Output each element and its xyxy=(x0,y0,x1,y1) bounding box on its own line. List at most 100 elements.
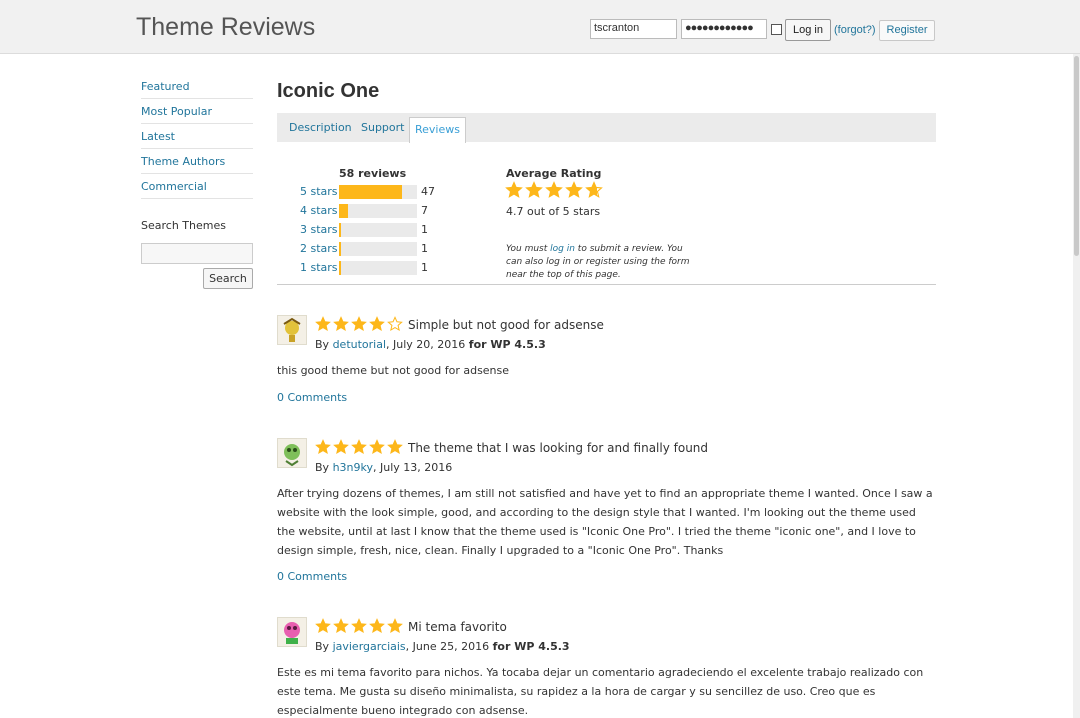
review-author-link[interactable]: javiergarciais xyxy=(333,640,406,653)
login-to-review-note: You must log in to submit a review. You … xyxy=(506,243,696,282)
rating-row-3[interactable]: 3 stars 1 xyxy=(300,223,440,237)
review-byline: By h3n9ky, July 13, 2016 xyxy=(315,461,452,474)
rating-bar-track xyxy=(339,204,417,218)
review-body: After trying dozens of themes, I am stil… xyxy=(277,487,933,557)
rating-row-label[interactable]: 3 stars xyxy=(300,223,338,236)
rating-row-count: 47 xyxy=(421,185,435,198)
star-filled-icon xyxy=(351,618,367,634)
star-filled-icon xyxy=(333,316,349,332)
sidebar-item-theme-authors[interactable]: Theme Authors xyxy=(141,149,253,174)
star-filled-icon xyxy=(505,181,523,198)
star-half-icon xyxy=(585,181,603,198)
by-prefix: By xyxy=(315,338,333,351)
avatar[interactable] xyxy=(277,315,307,345)
review-rating-stars xyxy=(315,439,405,455)
forgot-password-link[interactable]: (forgot?) xyxy=(834,24,876,36)
username-field[interactable]: tscranton xyxy=(590,19,677,39)
tab-description[interactable]: Description xyxy=(289,121,352,134)
rating-bar-track xyxy=(339,223,417,237)
scrollbar-thumb[interactable] xyxy=(1074,56,1079,256)
sidebar-item-most-popular[interactable]: Most Popular xyxy=(141,99,253,124)
rating-row-label[interactable]: 4 stars xyxy=(300,204,338,217)
by-prefix: By xyxy=(315,640,333,653)
review-byline: By detutorial, July 20, 2016 for WP 4.5.… xyxy=(315,338,546,351)
star-filled-icon xyxy=(333,439,349,455)
star-filled-icon xyxy=(351,316,367,332)
search-themes-heading: Search Themes xyxy=(141,219,226,232)
rating-bar-fill xyxy=(339,185,403,199)
search-input[interactable] xyxy=(141,243,253,264)
review-author-link[interactable]: detutorial xyxy=(333,338,386,351)
sidebar-item-featured[interactable]: Featured xyxy=(141,74,253,99)
site-title[interactable]: Theme Reviews xyxy=(136,13,315,42)
avatar[interactable] xyxy=(277,617,307,647)
register-button[interactable]: Register xyxy=(879,20,935,41)
star-filled-icon xyxy=(387,439,403,455)
review-byline: By javiergarciais, June 25, 2016 for WP … xyxy=(315,640,570,653)
star-filled-icon xyxy=(387,618,403,634)
star-filled-icon xyxy=(369,316,385,332)
star-filled-icon xyxy=(333,618,349,634)
avatar-image-icon xyxy=(283,317,301,342)
review-item: Mi tema favorito By javiergarciais, June… xyxy=(277,617,937,718)
note-login-link[interactable]: log in xyxy=(550,244,575,254)
avatar-image-icon xyxy=(284,622,300,644)
rating-row-count: 7 xyxy=(421,204,428,217)
review-comments-link[interactable]: 0 Comments xyxy=(277,570,347,583)
password-field[interactable]: ●●●●●●●●●●●● xyxy=(681,19,767,39)
star-empty-icon xyxy=(387,316,403,332)
average-rating-heading: Average Rating xyxy=(506,167,602,180)
tab-support[interactable]: Support xyxy=(361,121,404,134)
review-body: this good theme but not good for adsense xyxy=(277,364,510,377)
star-filled-icon xyxy=(369,618,385,634)
star-filled-icon xyxy=(565,181,583,198)
review-wp-version: for WP 4.5.3 xyxy=(468,338,546,351)
star-filled-icon xyxy=(369,439,385,455)
sidebar-item-latest[interactable]: Latest xyxy=(141,124,253,149)
rating-bar-fill xyxy=(339,204,349,218)
tab-bar: Description Support xyxy=(277,113,936,142)
remember-me-checkbox[interactable] xyxy=(771,24,782,35)
tab-reviews[interactable]: Reviews xyxy=(409,117,466,143)
review-item: Simple but not good for adsense By detut… xyxy=(277,315,937,415)
rating-row-count: 1 xyxy=(421,261,428,274)
review-body: Este es mi tema favorito para nichos. Ya… xyxy=(277,666,924,717)
search-button[interactable]: Search xyxy=(203,268,253,289)
rating-bar-track xyxy=(339,242,417,256)
reviews-count: 58 reviews xyxy=(339,167,407,180)
sidebar-item-commercial[interactable]: Commercial xyxy=(141,174,253,199)
rating-row-2[interactable]: 2 stars 1 xyxy=(300,242,440,256)
star-filled-icon xyxy=(545,181,563,198)
review-date: , July 20, 2016 xyxy=(386,338,469,351)
by-prefix: By xyxy=(315,461,333,474)
rating-bar-track xyxy=(339,261,417,275)
rating-row-label[interactable]: 2 stars xyxy=(300,242,338,255)
rating-row-4[interactable]: 4 stars 7 xyxy=(300,204,440,218)
review-title: The theme that I was looking for and fin… xyxy=(408,441,709,455)
review-comments-link[interactable]: 0 Comments xyxy=(277,391,347,404)
star-filled-icon xyxy=(315,439,331,455)
rating-row-label[interactable]: 1 stars xyxy=(300,261,338,274)
rating-bar-track xyxy=(339,185,417,199)
rating-row-5[interactable]: 5 stars 47 xyxy=(300,185,440,199)
avatar[interactable] xyxy=(277,438,307,468)
login-button[interactable]: Log in xyxy=(785,19,831,41)
rating-row-label[interactable]: 5 stars xyxy=(300,185,338,198)
star-filled-icon xyxy=(351,439,367,455)
review-wp-version: for WP 4.5.3 xyxy=(492,640,570,653)
section-divider xyxy=(277,284,936,285)
note-prefix: You must xyxy=(506,244,551,254)
rating-bar-fill xyxy=(339,261,341,275)
star-filled-icon xyxy=(315,618,331,634)
rating-bar-fill xyxy=(339,223,341,237)
site-header: Theme Reviews tscranton ●●●●●●●●●●●● Log… xyxy=(0,0,1080,54)
rating-row-1[interactable]: 1 stars 1 xyxy=(300,261,440,275)
sidebar-nav: Featured Most Popular Latest Theme Autho… xyxy=(141,74,253,199)
review-rating-stars xyxy=(315,316,405,332)
rating-row-count: 1 xyxy=(421,223,428,236)
review-rating-stars xyxy=(315,618,405,634)
review-author-link[interactable]: h3n9ky xyxy=(333,461,373,474)
forgot-link-text[interactable]: (forgot?) xyxy=(834,24,876,36)
review-title: Mi tema favorito xyxy=(408,620,507,634)
star-filled-icon xyxy=(525,181,543,198)
